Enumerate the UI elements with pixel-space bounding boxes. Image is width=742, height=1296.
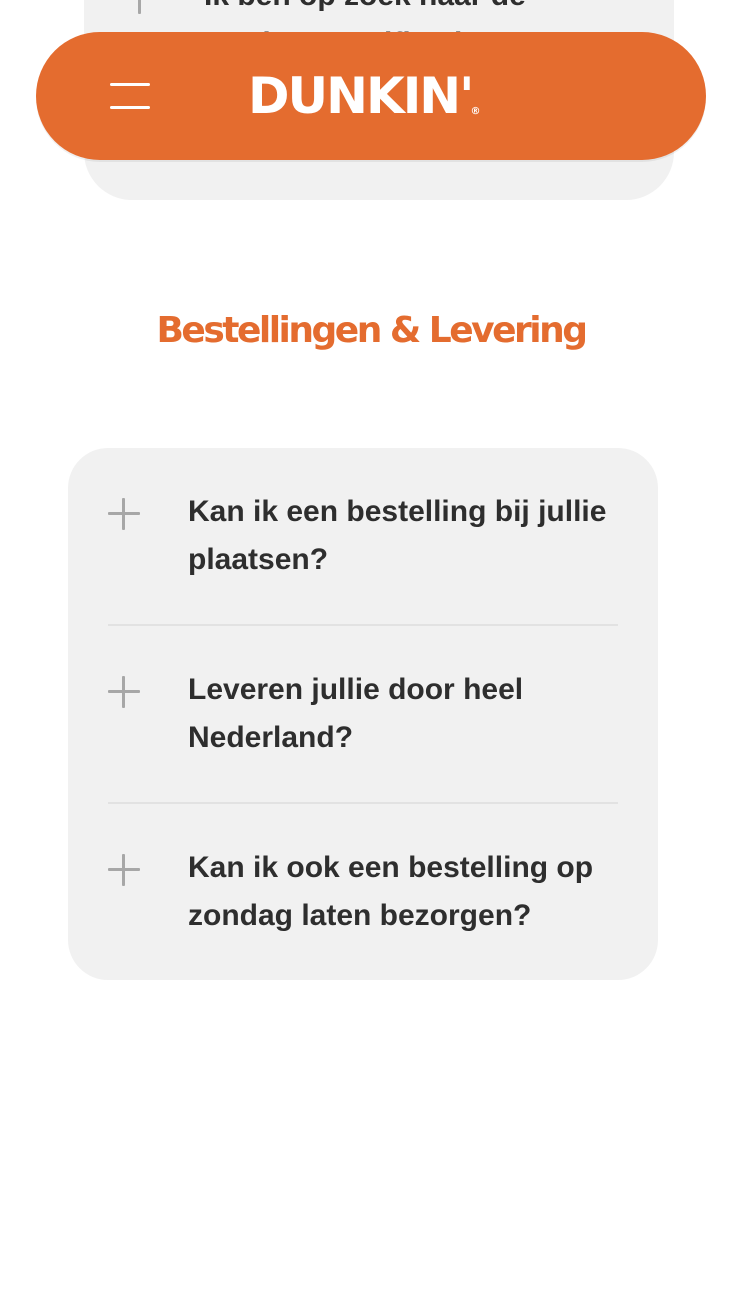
plus-icon[interactable] <box>108 676 140 708</box>
dunkin-logo[interactable]: DUNKIN' ® <box>248 64 480 128</box>
site-header: DUNKIN' ® <box>36 32 706 160</box>
faq-accordion: Kan ik een bestelling bij jullie plaatse… <box>68 448 658 980</box>
faq-question: Leveren jullie door heel Nederland? <box>188 673 524 754</box>
faq-question: Kan ik ook een bestelling op zondag late… <box>188 851 594 932</box>
faq-item-delivery-area[interactable]: Leveren jullie door heel Nederland? <box>108 626 618 762</box>
faq-question: Kan ik een bestelling bij jullie plaatse… <box>188 495 607 576</box>
hamburger-menu-icon[interactable] <box>110 80 150 112</box>
plus-icon <box>124 0 156 14</box>
logo-text: DUNKIN' <box>248 67 474 125</box>
section-title: Bestellingen & Levering <box>156 309 588 351</box>
plus-icon[interactable] <box>108 498 140 530</box>
faq-item-sunday-delivery[interactable]: Kan ik ook een bestelling op zondag late… <box>108 804 618 940</box>
faq-item-order[interactable]: Kan ik een bestelling bij jullie plaatse… <box>108 448 618 584</box>
logo-registered-mark: ® <box>470 105 481 117</box>
plus-icon[interactable] <box>108 854 140 886</box>
